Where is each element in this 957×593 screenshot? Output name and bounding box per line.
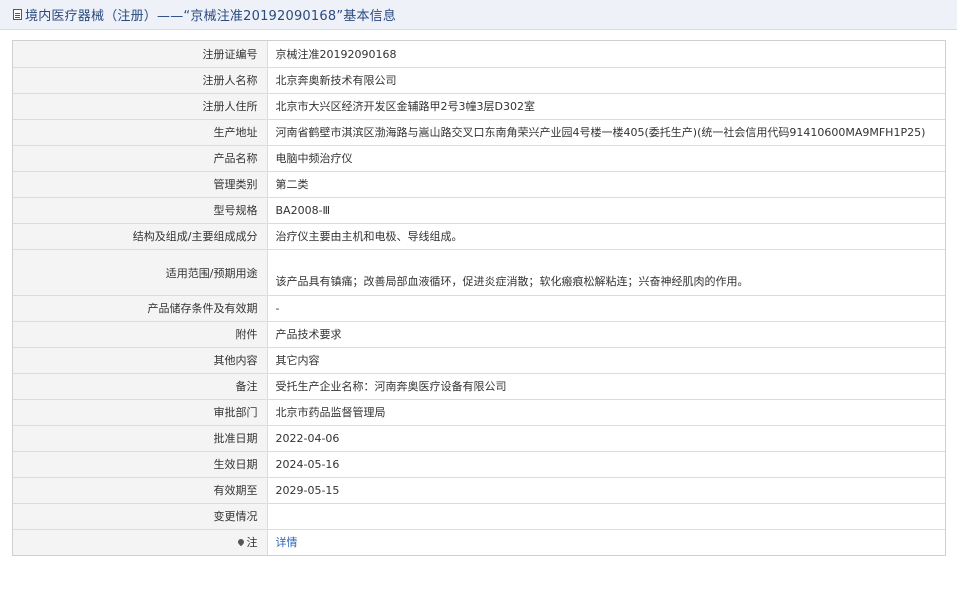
row-value: 2022-04-06 xyxy=(266,424,945,452)
table-row: 审批部门 北京市药品监督管理局 xyxy=(13,398,945,426)
row-label: 审批部门 xyxy=(13,398,268,426)
table-row: 型号规格 BA2008-Ⅲ xyxy=(13,196,945,224)
row-label: 结构及组成/主要组成成分 xyxy=(13,222,268,250)
row-label: 批准日期 xyxy=(13,424,268,452)
row-label: 产品名称 xyxy=(13,144,268,172)
row-label: 型号规格 xyxy=(13,196,268,224)
note-value-cell: 详情 xyxy=(266,528,945,555)
row-value: 该产品具有镇痛；改善局部血液循环，促进炎症消散；软化瘢痕松解粘连；兴奋神经肌肉的… xyxy=(266,248,945,296)
table-row: 生效日期 2024-05-16 xyxy=(13,450,945,478)
row-label: 生效日期 xyxy=(13,450,268,478)
row-value: 北京奔奥新技术有限公司 xyxy=(266,66,945,94)
table-row: 有效期至 2029-05-15 xyxy=(13,476,945,504)
row-label: 注册人名称 xyxy=(13,66,268,94)
row-value: 受托生产企业名称：河南奔奥医疗设备有限公司 xyxy=(266,372,945,400)
row-label: 备注 xyxy=(13,372,268,400)
row-label: 管理类别 xyxy=(13,170,268,198)
row-value: 第二类 xyxy=(266,170,945,198)
title-bar: 境内医疗器械（注册）——“京械注准20192090168”基本信息 xyxy=(0,0,957,30)
row-label: 适用范围/预期用途 xyxy=(13,248,268,296)
table-row: 生产地址 河南省鹤壁市淇滨区渤海路与嵩山路交叉口东南角荣兴产业园4号楼一楼405… xyxy=(13,118,945,146)
row-value: BA2008-Ⅲ xyxy=(266,196,945,224)
row-value: 河南省鹤壁市淇滨区渤海路与嵩山路交叉口东南角荣兴产业园4号楼一楼405(委托生产… xyxy=(266,118,945,146)
row-value: - xyxy=(266,294,945,322)
details-link[interactable]: 详情 xyxy=(276,536,298,549)
table-row: 其他内容 其它内容 xyxy=(13,346,945,374)
row-label: 生产地址 xyxy=(13,118,268,146)
table-row: 批准日期 2022-04-06 xyxy=(13,424,945,452)
row-value: 治疗仪主要由主机和电极、导线组成。 xyxy=(266,222,945,250)
info-table: 注册证编号 京械注准20192090168 注册人名称 北京奔奥新技术有限公司 … xyxy=(12,40,946,556)
row-label: 附件 xyxy=(13,320,268,348)
table-row: 附件 产品技术要求 xyxy=(13,320,945,348)
page-title: 境内医疗器械（注册）——“京械注准20192090168”基本信息 xyxy=(25,9,397,24)
row-value: 产品技术要求 xyxy=(266,320,945,348)
table-row: 注册人名称 北京奔奥新技术有限公司 xyxy=(13,66,945,94)
row-label: 产品储存条件及有效期 xyxy=(13,294,268,322)
pin-icon xyxy=(236,538,245,547)
table-row: 变更情况 xyxy=(13,502,945,530)
row-label: 注册证编号 xyxy=(13,41,268,68)
table-row: 产品名称 电脑中频治疗仪 xyxy=(13,144,945,172)
table-row: 结构及组成/主要组成成分 治疗仪主要由主机和电极、导线组成。 xyxy=(13,222,945,250)
row-value: 电脑中频治疗仪 xyxy=(266,144,945,172)
row-value: 2029-05-15 xyxy=(266,476,945,504)
row-value: 北京市药品监督管理局 xyxy=(266,398,945,426)
row-value: 京械注准20192090168 xyxy=(266,41,945,68)
table-row: 备注 受托生产企业名称：河南奔奥医疗设备有限公司 xyxy=(13,372,945,400)
table-row: 注册证编号 京械注准20192090168 xyxy=(13,41,945,68)
table-row: 管理类别 第二类 xyxy=(13,170,945,198)
table-row: 产品储存条件及有效期 - xyxy=(13,294,945,322)
row-label: 有效期至 xyxy=(13,476,268,504)
document-icon xyxy=(13,9,22,20)
table-row: 注册人住所 北京市大兴区经济开发区金辅路甲2号3幢3层D302室 xyxy=(13,92,945,120)
row-value: 其它内容 xyxy=(266,346,945,374)
table-row: 适用范围/预期用途 该产品具有镇痛；改善局部血液循环，促进炎症消散；软化瘢痕松解… xyxy=(13,248,945,296)
row-label: 变更情况 xyxy=(13,502,268,530)
note-label: 注 xyxy=(246,536,258,550)
row-value xyxy=(266,502,945,530)
row-value: 北京市大兴区经济开发区金辅路甲2号3幢3层D302室 xyxy=(266,92,945,120)
row-label: 其他内容 xyxy=(13,346,268,374)
note-label-cell: 注 xyxy=(13,528,268,555)
row-label: 注册人住所 xyxy=(13,92,268,120)
table-row: 注 详情 xyxy=(13,528,945,555)
row-value: 2024-05-16 xyxy=(266,450,945,478)
page: 境内医疗器械（注册）——“京械注准20192090168”基本信息 注册证编号 … xyxy=(0,0,957,593)
